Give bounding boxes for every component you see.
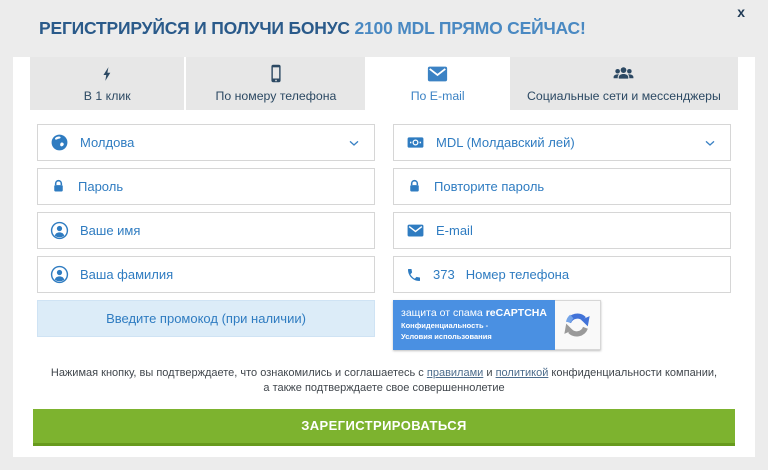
disclaimer-text: Нажимая кнопку, вы подтверждаете, что оз… xyxy=(51,367,427,379)
email-input[interactable] xyxy=(436,223,718,238)
tab-label: По номеру телефона xyxy=(216,89,337,103)
users-icon xyxy=(611,61,636,85)
tab-label: По E-mail xyxy=(411,89,465,103)
policy-link[interactable]: политикой xyxy=(496,367,549,379)
recaptcha-widget[interactable]: защита от спама reCAPTCHA Конфиденциальн… xyxy=(393,300,601,350)
last-name-input[interactable] xyxy=(80,267,362,282)
email-field[interactable] xyxy=(393,212,731,249)
register-button[interactable]: ЗАРЕГИСТРИРОВАТЬСЯ xyxy=(33,409,735,446)
promo-cell xyxy=(37,300,375,350)
banknote-icon xyxy=(406,133,425,152)
chevron-down-icon xyxy=(346,135,362,151)
currency-select[interactable]: MDL (Молдавский лей) xyxy=(393,124,731,161)
page-title: РЕГИСТРИРУЙСЯ И ПОЛУЧИ БОНУС 2100 MDL ПР… xyxy=(39,18,586,39)
title-bonus-amount: 2100 MDL ПРЯМО СЕЙЧАС! xyxy=(354,18,585,38)
first-name-input[interactable] xyxy=(80,223,362,238)
mail-icon xyxy=(406,221,425,240)
rules-link[interactable]: правилами xyxy=(427,367,483,379)
user-icon xyxy=(50,265,69,284)
recaptcha-separator: - xyxy=(484,321,489,330)
phone-input[interactable] xyxy=(466,267,718,282)
password-repeat-input[interactable] xyxy=(434,179,718,194)
country-select[interactable]: Молдова xyxy=(37,124,375,161)
registration-tabs: В 1 клик По номеру телефона По E-mail xyxy=(30,57,738,110)
registration-form: Молдова MDL (Молдавский лей) xyxy=(37,124,731,350)
recaptcha-logo-icon xyxy=(562,310,592,340)
terms-disclaimer: Нажимая кнопку, вы подтверждаете, что оз… xyxy=(47,366,721,396)
first-name-field[interactable] xyxy=(37,212,375,249)
lock-icon xyxy=(50,178,67,195)
password-input[interactable] xyxy=(78,179,362,194)
tab-social-networks[interactable]: Социальные сети и мессенджеры xyxy=(510,57,738,110)
lock-icon xyxy=(406,178,423,195)
phone-country-code: 373 xyxy=(433,267,455,282)
disclaimer-text: и xyxy=(483,367,495,379)
recaptcha-text: защита от спама reCAPTCHA Конфиденциальн… xyxy=(393,300,555,350)
last-name-field[interactable] xyxy=(37,256,375,293)
tab-by-email[interactable]: По E-mail xyxy=(367,57,507,110)
recaptcha-cell: защита от спама reCAPTCHA Конфиденциальн… xyxy=(393,300,731,350)
modal-header: РЕГИСТРИРУЙСЯ И ПОЛУЧИ БОНУС 2100 MDL ПР… xyxy=(13,0,755,57)
title-main: РЕГИСТРИРУЙСЯ И ПОЛУЧИ БОНУС xyxy=(39,18,354,38)
tab-by-phone[interactable]: По номеру телефона xyxy=(186,57,365,110)
password-field[interactable] xyxy=(37,168,375,205)
globe-icon xyxy=(50,133,69,152)
recaptcha-line1: защита от спама xyxy=(401,307,486,319)
phone-icon xyxy=(406,267,422,283)
smartphone-icon xyxy=(266,61,286,85)
password-repeat-field[interactable] xyxy=(393,168,731,205)
chevron-down-icon xyxy=(702,135,718,151)
promo-code-input[interactable] xyxy=(50,311,362,326)
tab-label: В 1 клик xyxy=(84,89,131,103)
recaptcha-terms-link[interactable]: Условия использования xyxy=(401,332,492,341)
recaptcha-privacy-link[interactable]: Конфиденциальность xyxy=(401,321,484,330)
close-icon[interactable]: x xyxy=(737,5,745,19)
promo-code-field[interactable] xyxy=(37,300,375,337)
bolt-icon xyxy=(100,61,115,85)
recaptcha-logo-box xyxy=(555,300,601,350)
registration-modal: РЕГИСТРИРУЙСЯ И ПОЛУЧИ БОНУС 2100 MDL ПР… xyxy=(13,0,755,457)
envelope-icon xyxy=(425,61,450,85)
recaptcha-brand: reCAPTCHA xyxy=(486,307,547,319)
currency-value: MDL (Молдавский лей) xyxy=(436,135,691,150)
tab-one-click[interactable]: В 1 клик xyxy=(30,57,184,110)
phone-field[interactable]: 373 xyxy=(393,256,731,293)
country-value: Молдова xyxy=(80,135,335,150)
user-icon xyxy=(50,221,69,240)
tab-label: Социальные сети и мессенджеры xyxy=(527,89,721,103)
